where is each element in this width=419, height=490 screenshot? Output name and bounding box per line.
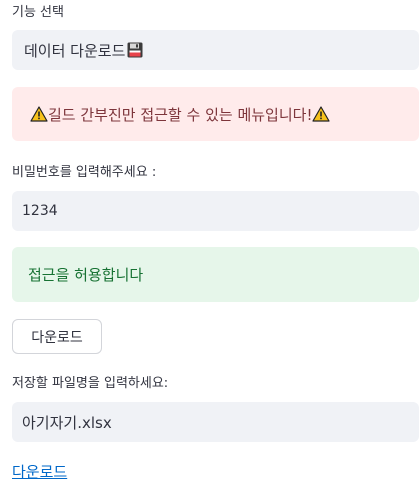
warning-icon [312,106,331,122]
filename-label: 저장할 파일명을 입력하세요: [12,376,169,391]
filename-input[interactable] [12,402,419,442]
password-label: 비밀번호를 입력해주세요 : [12,165,157,180]
page: 기능 선택 데이터 다운로드 길드 간부진만 접근할 수 있는 메뉴입니다! 비… [0,0,419,490]
download-link[interactable]: 다운로드 [12,461,67,482]
success-alert: 접근을 허용합니다 [12,247,419,302]
success-text: 접근을 허용합니다 [28,266,144,284]
warning-alert: 길드 간부진만 접근할 수 있는 메뉴입니다! [12,87,419,141]
feature-select[interactable]: 데이터 다운로드 [12,30,419,70]
download-button[interactable]: 다운로드 [12,319,102,354]
feature-select-value: 데이터 다운로드 [24,41,126,60]
warning-text: 길드 간부진만 접근할 수 있는 메뉴입니다! [48,105,313,124]
warning-icon [30,106,48,122]
floppy-disk-icon [127,42,143,58]
password-input[interactable] [12,191,419,231]
feature-select-label: 기능 선택 [12,5,64,20]
